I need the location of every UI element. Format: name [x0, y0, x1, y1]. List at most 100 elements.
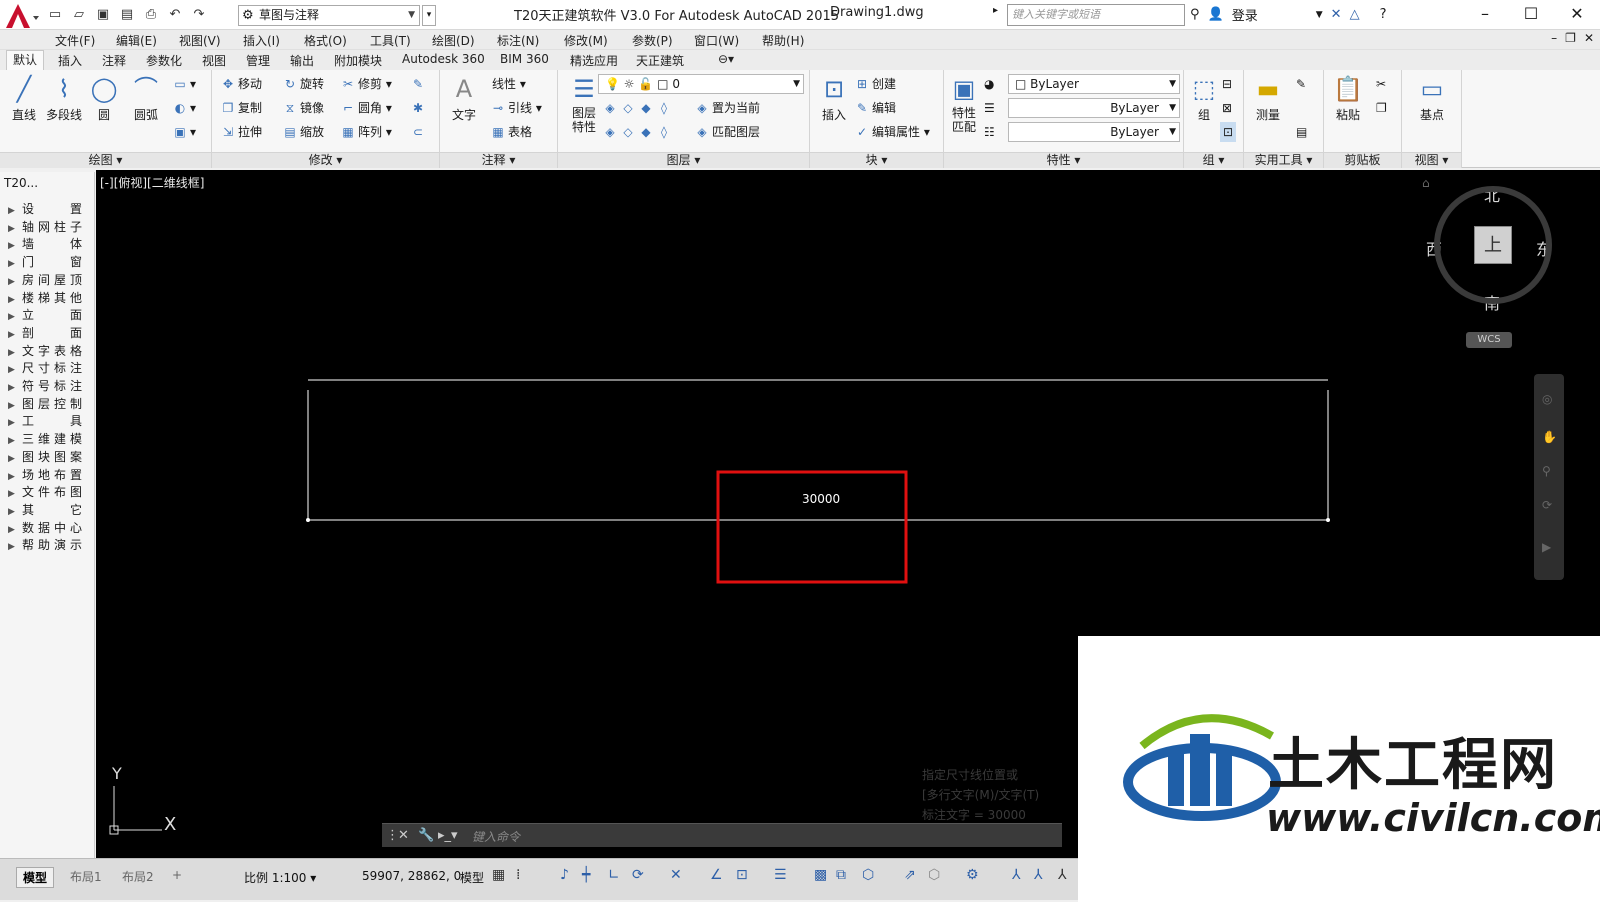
login-link[interactable]: 登录: [1232, 5, 1258, 24]
menu-insert[interactable]: 插入(I): [243, 32, 280, 49]
menu-format[interactable]: 格式(O): [304, 32, 347, 49]
move-button[interactable]: ✥ 移动: [220, 74, 262, 94]
palette-item[interactable]: ▶ 帮助演示: [8, 536, 88, 553]
palette-item[interactable]: ▶ 图块图案: [8, 448, 88, 465]
leader-button[interactable]: ⊸ 引线 ▾: [490, 98, 542, 118]
stretch-button[interactable]: ⇲ 拉伸: [220, 122, 262, 142]
dropdown-icon[interactable]: ▼: [1316, 10, 1323, 20]
add-layout-icon[interactable]: +: [166, 867, 188, 883]
a360-icon[interactable]: △: [1350, 7, 1360, 22]
color-select[interactable]: □ ByLayer ▼: [1008, 74, 1180, 94]
rotate-button[interactable]: ↻ 旋转: [282, 74, 324, 94]
palette-item[interactable]: ▶ 文件布图: [8, 483, 88, 500]
region-button[interactable]: ▣ ▾: [172, 122, 196, 142]
tab-view[interactable]: 视图: [196, 52, 232, 69]
ribbon-minimize-icon[interactable]: ⊖▾: [712, 52, 740, 66]
ortho-icon[interactable]: ∟: [608, 867, 620, 883]
menu-view[interactable]: 视图(V): [179, 32, 221, 49]
pan-hand-icon[interactable]: ✋: [1542, 430, 1557, 444]
explode-button[interactable]: ✱: [410, 98, 428, 118]
panel-annotation-title[interactable]: 注释 ▾: [440, 152, 557, 168]
create-block-button[interactable]: ⊞ 创建: [854, 74, 896, 94]
menu-tools[interactable]: 工具(T): [370, 32, 411, 49]
otrack-icon[interactable]: ∠: [710, 867, 723, 883]
lineweight-toggle-icon[interactable]: ☰: [774, 867, 787, 883]
snap-icon[interactable]: ⁞: [516, 867, 520, 883]
workspace-switch-icon[interactable]: ⚙: [966, 867, 979, 883]
palette-item[interactable]: ▶ 数据中心: [8, 519, 88, 536]
redo-icon[interactable]: ↷: [190, 6, 208, 24]
autoscale-icon[interactable]: ⅄: [1034, 867, 1043, 883]
app-menu-button[interactable]: [2, 2, 40, 30]
panel-modify-title[interactable]: 修改 ▾: [212, 152, 439, 168]
menu-window[interactable]: 窗口(W): [694, 32, 739, 49]
menu-file[interactable]: 文件(F): [55, 32, 95, 49]
palette-item[interactable]: ▶ 符号标注: [8, 377, 88, 394]
polar-icon[interactable]: ⟳: [632, 867, 644, 883]
offset-button[interactable]: ⊂: [410, 122, 428, 142]
close-cmd-icon[interactable]: ✕: [398, 828, 409, 843]
rectangle-button[interactable]: ▭ ▾: [172, 74, 196, 94]
save-icon[interactable]: ▣: [94, 6, 112, 24]
grid-icon[interactable]: ▦: [492, 867, 505, 883]
undo-icon[interactable]: ↶: [166, 6, 184, 24]
paste-button[interactable]: 📋 粘贴: [1328, 74, 1368, 123]
palette-item[interactable]: ▶ 文字表格: [8, 342, 88, 359]
tab-model[interactable]: 模型: [16, 867, 55, 888]
annotation-scale-icon[interactable]: ⇗: [904, 867, 916, 883]
circle-button[interactable]: ◯ 圆: [84, 74, 124, 123]
steering-wheel-icon[interactable]: ◎: [1542, 392, 1552, 406]
workspace-select[interactable]: ⚙ 草图与注释 ▼: [238, 5, 420, 26]
match-layer-button[interactable]: ◈ 匹配图层: [694, 122, 760, 142]
quick-select-icon[interactable]: ✎: [1296, 74, 1306, 94]
wrench-icon[interactable]: 🔧: [418, 828, 434, 843]
copy-button[interactable]: ❐ 复制: [220, 98, 262, 118]
polyline-button[interactable]: ⌇ 多段线: [44, 74, 84, 123]
osnap-icon[interactable]: ✕: [670, 867, 682, 883]
palette-item[interactable]: ▶ 三维建模: [8, 430, 88, 447]
copy-clip-icon[interactable]: ❐: [1376, 98, 1387, 118]
hatch-button[interactable]: ◐ ▾: [172, 98, 196, 118]
layer-tools-row2[interactable]: ◈ ◇ ◆ ◊: [602, 122, 674, 142]
palette-item[interactable]: ▶ 轴网柱子: [8, 218, 88, 235]
trim-button[interactable]: ✂ 修剪 ▾: [340, 74, 392, 94]
panel-draw-title[interactable]: 绘图 ▾: [0, 152, 211, 168]
text-button[interactable]: A 文字: [444, 74, 484, 123]
table-button[interactable]: ▦ 表格: [490, 122, 532, 142]
close-button[interactable]: ✕: [1554, 0, 1600, 30]
panel-properties-title[interactable]: 特性 ▾: [944, 152, 1183, 168]
search-expand-icon[interactable]: ▸: [993, 5, 998, 16]
transparency-icon[interactable]: ▩: [814, 867, 827, 883]
calculator-icon[interactable]: ▤: [1296, 122, 1307, 142]
annotation-visibility-icon[interactable]: ⅄: [1012, 867, 1021, 883]
palette-title[interactable]: T20...: [4, 176, 38, 190]
annotation-scale-user-icon[interactable]: ⅄: [1058, 867, 1067, 883]
tab-tangent[interactable]: 天正建筑: [630, 52, 690, 69]
palette-item[interactable]: ▶ 图层控制: [8, 395, 88, 412]
menu-help[interactable]: 帮助(H): [762, 32, 804, 49]
viewcube[interactable]: 上: [1434, 186, 1552, 304]
tab-default[interactable]: 默认: [6, 50, 45, 70]
tab-parametric[interactable]: 参数化: [140, 52, 188, 69]
infer-icon[interactable]: ♪: [560, 867, 569, 883]
edit-attributes-button[interactable]: ✓ 编辑属性 ▾: [854, 122, 930, 142]
layer-tools-row1[interactable]: ◈ ◇ ◆ ◊: [602, 98, 674, 118]
open-folder-icon[interactable]: ▱: [70, 6, 88, 24]
command-input[interactable]: 键入命令: [472, 828, 520, 845]
dynamic-input-icon[interactable]: ┿: [582, 867, 590, 883]
space-toggle[interactable]: 模型: [460, 869, 484, 886]
menu-dimension[interactable]: 标注(N): [497, 32, 539, 49]
3d-osnap-icon[interactable]: ⬡: [862, 867, 874, 883]
save-as-icon[interactable]: ▤: [118, 6, 136, 24]
zoom-icon[interactable]: ⚲: [1542, 464, 1551, 478]
menu-modify[interactable]: 修改(M): [564, 32, 608, 49]
isodraft-icon[interactable]: ⬡: [928, 867, 940, 883]
panel-groups-title[interactable]: 组 ▾: [1184, 152, 1243, 168]
layer-select[interactable]: 💡 ☼ 🔓 □ 0 ▼: [598, 74, 804, 94]
tab-a360[interactable]: Autodesk 360: [396, 52, 491, 66]
cut-icon[interactable]: ✂: [1376, 74, 1386, 94]
panel-layers-title[interactable]: 图层 ▾: [558, 152, 809, 168]
edit-block-button[interactable]: ✎ 编辑: [854, 98, 896, 118]
tab-output[interactable]: 输出: [284, 52, 320, 69]
menu-edit[interactable]: 编辑(E): [116, 32, 157, 49]
